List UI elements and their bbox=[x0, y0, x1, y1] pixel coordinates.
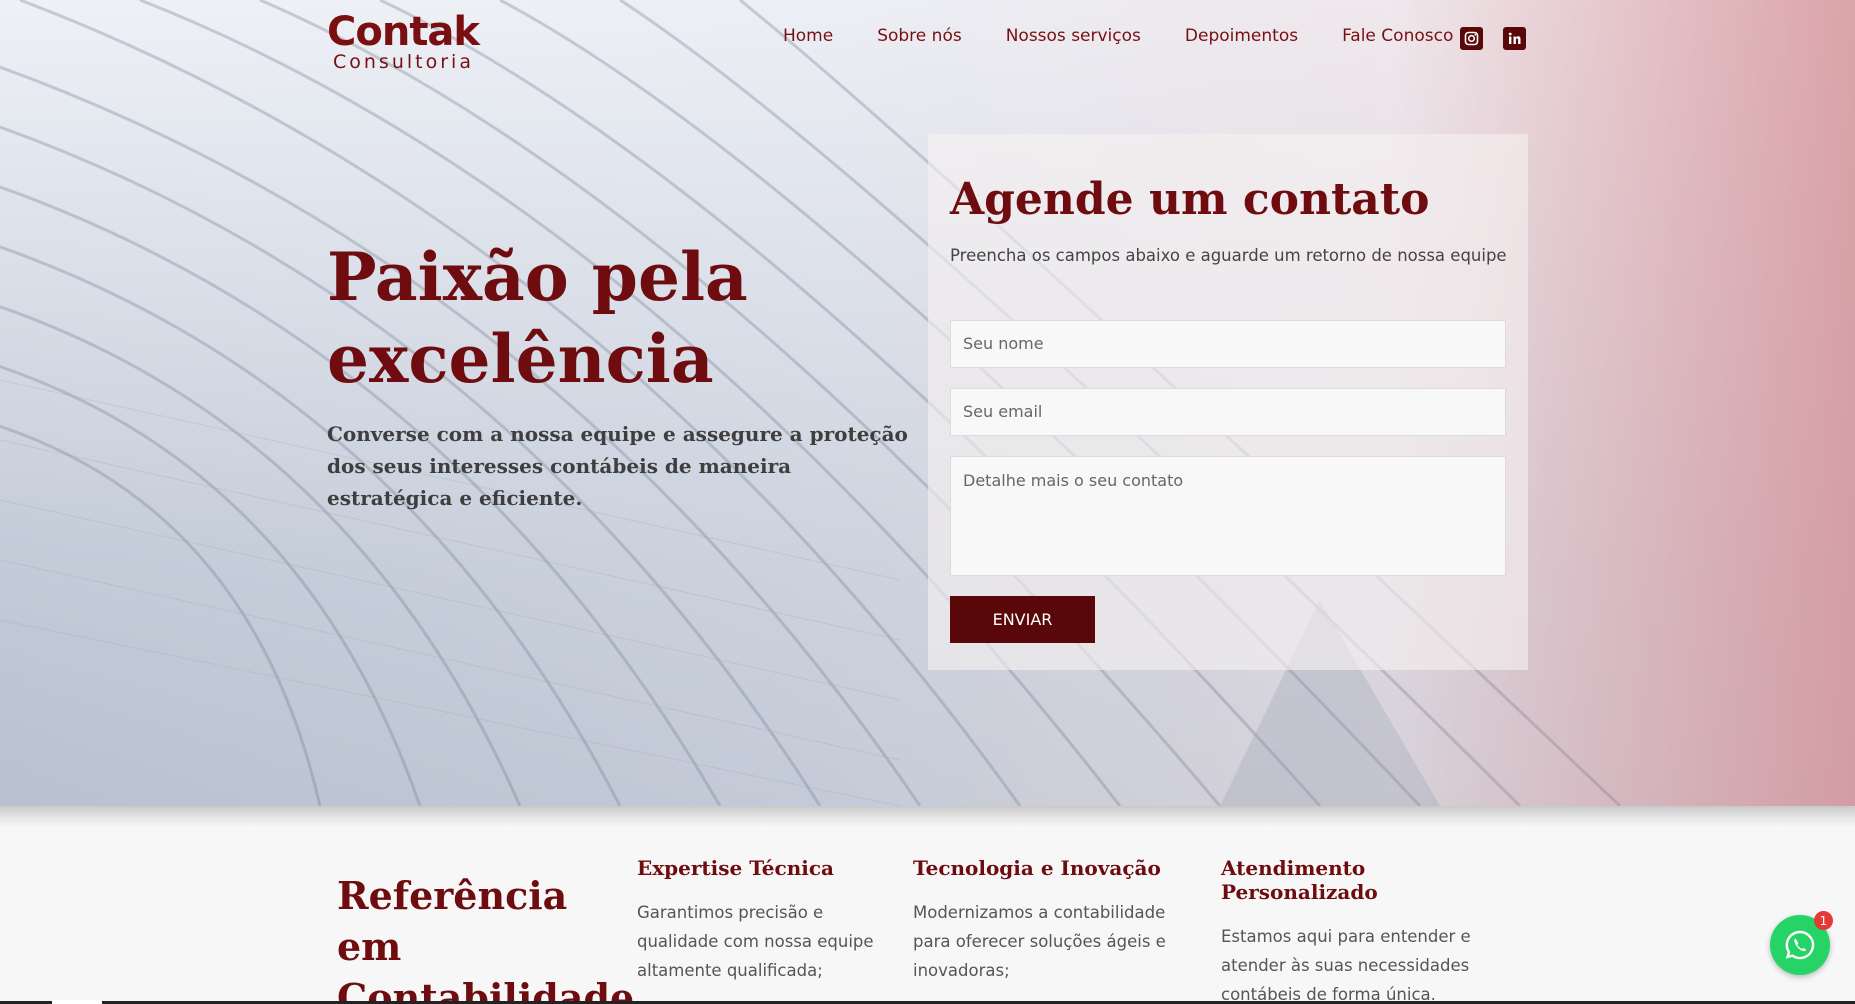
linkedin-icon[interactable] bbox=[1503, 27, 1526, 50]
feature-text: Estamos aqui para entender e atender às … bbox=[1221, 927, 1471, 1004]
name-input[interactable]: Seu nome bbox=[950, 320, 1506, 368]
features-section: Referência em Contabilidade Expertise Té… bbox=[0, 826, 1855, 1004]
email-input[interactable]: Seu email bbox=[950, 388, 1506, 436]
scroll-indicator bbox=[52, 1000, 102, 1004]
nav-home[interactable]: Home bbox=[783, 26, 833, 46]
feature-expertise: Expertise Técnica Garantimos precisão e … bbox=[637, 856, 897, 985]
contact-form-card: Agende um contato Preencha os campos aba… bbox=[928, 134, 1528, 670]
main-nav: Home Sobre nós Nossos serviços Depoiment… bbox=[783, 26, 1453, 46]
instagram-icon[interactable] bbox=[1460, 27, 1483, 50]
feature-tecnologia: Tecnologia e Inovação Modernizamos a con… bbox=[913, 856, 1203, 985]
section-divider bbox=[0, 806, 1855, 826]
hero-section: Contak Consultoria Home Sobre nós Nossos… bbox=[0, 0, 1855, 806]
logo[interactable]: Contak Consultoria bbox=[327, 9, 480, 73]
form-subtitle: Preencha os campos abaixo e aguarde um r… bbox=[950, 246, 1507, 265]
feature-title: Expertise Técnica bbox=[637, 856, 834, 880]
social-links bbox=[1460, 27, 1526, 50]
form-title: Agende um contato bbox=[950, 174, 1430, 225]
logo-subtitle: Consultoria bbox=[333, 51, 474, 73]
nav-nossos-servicos[interactable]: Nossos serviços bbox=[1006, 26, 1141, 46]
feature-atendimento: Atendimento Personalizado Estamos aqui p… bbox=[1221, 856, 1521, 1004]
feature-title: Atendimento Personalizado bbox=[1221, 856, 1378, 904]
nav-depoimentos[interactable]: Depoimentos bbox=[1185, 26, 1298, 46]
notification-badge: 1 bbox=[1814, 911, 1833, 930]
feature-text: Modernizamos a contabilidade para oferec… bbox=[913, 903, 1166, 980]
whatsapp-icon bbox=[1785, 930, 1815, 960]
hero-title: Paixão pela excelência bbox=[327, 238, 748, 398]
message-textarea[interactable]: Detalhe mais o seu contato bbox=[950, 456, 1506, 576]
reference-title: Referência em Contabilidade bbox=[337, 873, 635, 1004]
logo-brand: Contak bbox=[327, 9, 480, 55]
hero-lead: Converse com a nossa equipe e assegure a… bbox=[327, 422, 908, 510]
nav-fale-conosco[interactable]: Fale Conosco bbox=[1342, 26, 1453, 46]
feature-text: Garantimos precisão e qualidade com noss… bbox=[637, 903, 874, 980]
feature-title: Tecnologia e Inovação bbox=[913, 856, 1161, 880]
nav-sobre-nos[interactable]: Sobre nós bbox=[877, 26, 962, 46]
submit-button[interactable]: ENVIAR bbox=[950, 596, 1095, 643]
